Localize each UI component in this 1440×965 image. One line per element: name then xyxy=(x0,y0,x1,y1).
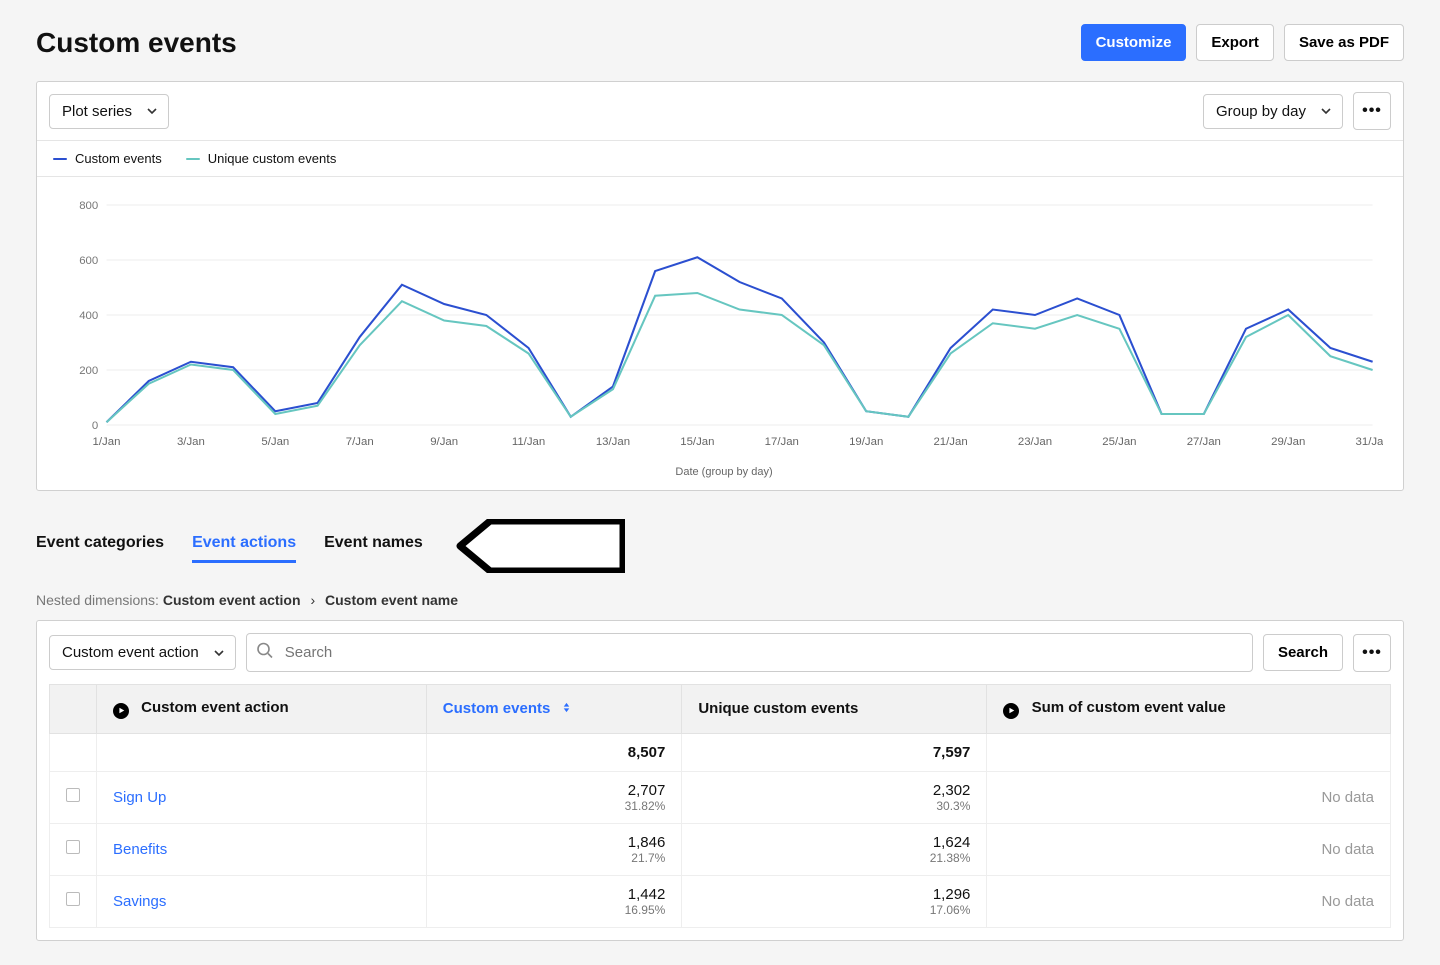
chart-panel: Plot series Group by day ••• Custom even… xyxy=(36,81,1404,491)
crumbs-b: Custom event name xyxy=(325,592,458,608)
col-events-label: Custom events xyxy=(443,700,551,717)
legend-label: Unique custom events xyxy=(208,151,337,166)
row-unique-pct: 30.3% xyxy=(698,799,970,813)
svg-text:7/Jan: 7/Jan xyxy=(346,436,374,448)
export-button[interactable]: Export xyxy=(1196,24,1274,61)
row-sum: No data xyxy=(1321,893,1374,910)
crumbs-a: Custom event action xyxy=(163,592,301,608)
chevron-down-icon xyxy=(213,647,225,659)
svg-text:23/Jan: 23/Jan xyxy=(1018,436,1052,448)
chevron-down-icon xyxy=(1320,105,1332,117)
row-checkbox[interactable] xyxy=(66,788,80,802)
line-chart: 0 200 400 600 800 1/Jan 3/Jan 5/Jan 7/Jan 9/Jan 11… xyxy=(65,195,1383,455)
row-unique: 2,302 xyxy=(933,782,971,799)
legend-item-custom-events[interactable]: Custom events xyxy=(53,151,162,166)
legend-item-unique-custom-events[interactable]: Unique custom events xyxy=(186,151,337,166)
col-custom-events[interactable]: Custom events xyxy=(426,685,682,734)
col-sum-value[interactable]: Sum of custom event value xyxy=(987,685,1391,734)
row-sum: No data xyxy=(1321,841,1374,858)
svg-text:21/Jan: 21/Jan xyxy=(933,436,967,448)
svg-text:400: 400 xyxy=(79,310,98,322)
row-events: 1,846 xyxy=(628,834,666,851)
row-events: 1,442 xyxy=(628,886,666,903)
row-events: 2,707 xyxy=(628,782,666,799)
row-unique-pct: 21.38% xyxy=(698,851,970,865)
plot-series-select[interactable]: Plot series xyxy=(49,94,169,129)
row-name-link[interactable]: Sign Up xyxy=(113,789,166,806)
svg-text:19/Jan: 19/Jan xyxy=(849,436,883,448)
chevron-down-icon xyxy=(146,105,158,117)
total-unique: 7,597 xyxy=(933,744,971,761)
tab-event-names[interactable]: Event names xyxy=(324,534,423,563)
col-sum-label: Sum of custom event value xyxy=(1032,699,1226,716)
svg-text:31/Jan: 31/Jan xyxy=(1356,436,1383,448)
svg-text:3/Jan: 3/Jan xyxy=(177,436,205,448)
col-unique-label: Unique custom events xyxy=(698,700,858,717)
total-events: 8,507 xyxy=(628,744,666,761)
table-row: Benefits 1,84621.7% 1,62421.38% No data xyxy=(50,823,1391,875)
col-unique-events[interactable]: Unique custom events xyxy=(682,685,987,734)
dimension-label: Custom event action xyxy=(62,644,199,661)
row-events-pct: 16.95% xyxy=(443,903,666,917)
play-icon xyxy=(1003,703,1019,719)
svg-text:1/Jan: 1/Jan xyxy=(93,436,121,448)
group-by-select[interactable]: Group by day xyxy=(1203,94,1343,129)
svg-text:600: 600 xyxy=(79,255,98,267)
row-checkbox[interactable] xyxy=(66,840,80,854)
more-icon: ••• xyxy=(1362,102,1382,120)
tab-event-categories[interactable]: Event categories xyxy=(36,534,164,563)
save-pdf-button[interactable]: Save as PDF xyxy=(1284,24,1404,61)
legend-swatch xyxy=(53,158,67,160)
svg-text:25/Jan: 25/Jan xyxy=(1102,436,1136,448)
svg-text:200: 200 xyxy=(79,365,98,377)
row-unique: 1,296 xyxy=(933,886,971,903)
svg-text:13/Jan: 13/Jan xyxy=(596,436,630,448)
row-checkbox[interactable] xyxy=(66,892,80,906)
annotation-arrow-icon xyxy=(455,519,625,578)
svg-text:5/Jan: 5/Jan xyxy=(261,436,289,448)
crumbs-label: Nested dimensions: xyxy=(36,592,159,608)
svg-text:0: 0 xyxy=(92,420,98,432)
table-row: Savings 1,44216.95% 1,29617.06% No data xyxy=(50,875,1391,927)
page-title: Custom events xyxy=(36,27,237,59)
x-axis-label: Date (group by day) xyxy=(65,466,1383,478)
col-action[interactable]: Custom event action xyxy=(97,685,427,734)
svg-text:15/Jan: 15/Jan xyxy=(680,436,714,448)
row-unique-pct: 17.06% xyxy=(698,903,970,917)
col-action-label: Custom event action xyxy=(141,699,289,716)
table-totals-row: 8,507 7,597 xyxy=(50,733,1391,771)
nested-dimensions-crumbs: Nested dimensions: Custom event action ›… xyxy=(36,592,1404,608)
row-events-pct: 21.7% xyxy=(443,851,666,865)
svg-text:11/Jan: 11/Jan xyxy=(512,436,545,448)
dimension-select[interactable]: Custom event action xyxy=(49,635,236,670)
play-icon xyxy=(113,703,129,719)
chart-more-button[interactable]: ••• xyxy=(1353,92,1391,130)
svg-text:800: 800 xyxy=(79,200,98,212)
customize-button[interactable]: Customize xyxy=(1081,24,1187,61)
svg-text:17/Jan: 17/Jan xyxy=(765,436,799,448)
group-by-label: Group by day xyxy=(1216,103,1306,120)
table-more-button[interactable]: ••• xyxy=(1353,634,1391,672)
row-name-link[interactable]: Benefits xyxy=(113,841,167,858)
row-events-pct: 31.82% xyxy=(443,799,666,813)
row-sum: No data xyxy=(1321,789,1374,806)
sort-icon xyxy=(555,700,572,717)
legend-swatch xyxy=(186,158,200,160)
table-row: Sign Up 2,70731.82% 2,30230.3% No data xyxy=(50,771,1391,823)
search-input[interactable] xyxy=(246,633,1253,672)
svg-text:29/Jan: 29/Jan xyxy=(1271,436,1305,448)
legend-label: Custom events xyxy=(75,151,162,166)
table-panel: Custom event action Search ••• Custom ev… xyxy=(36,620,1404,941)
svg-text:27/Jan: 27/Jan xyxy=(1187,436,1221,448)
row-unique: 1,624 xyxy=(933,834,971,851)
svg-text:9/Jan: 9/Jan xyxy=(430,436,458,448)
plot-series-label: Plot series xyxy=(62,103,132,120)
tab-event-actions[interactable]: Event actions xyxy=(192,534,296,563)
search-icon xyxy=(256,641,274,664)
search-button[interactable]: Search xyxy=(1263,634,1343,671)
more-icon: ••• xyxy=(1362,644,1382,662)
row-name-link[interactable]: Savings xyxy=(113,893,166,910)
